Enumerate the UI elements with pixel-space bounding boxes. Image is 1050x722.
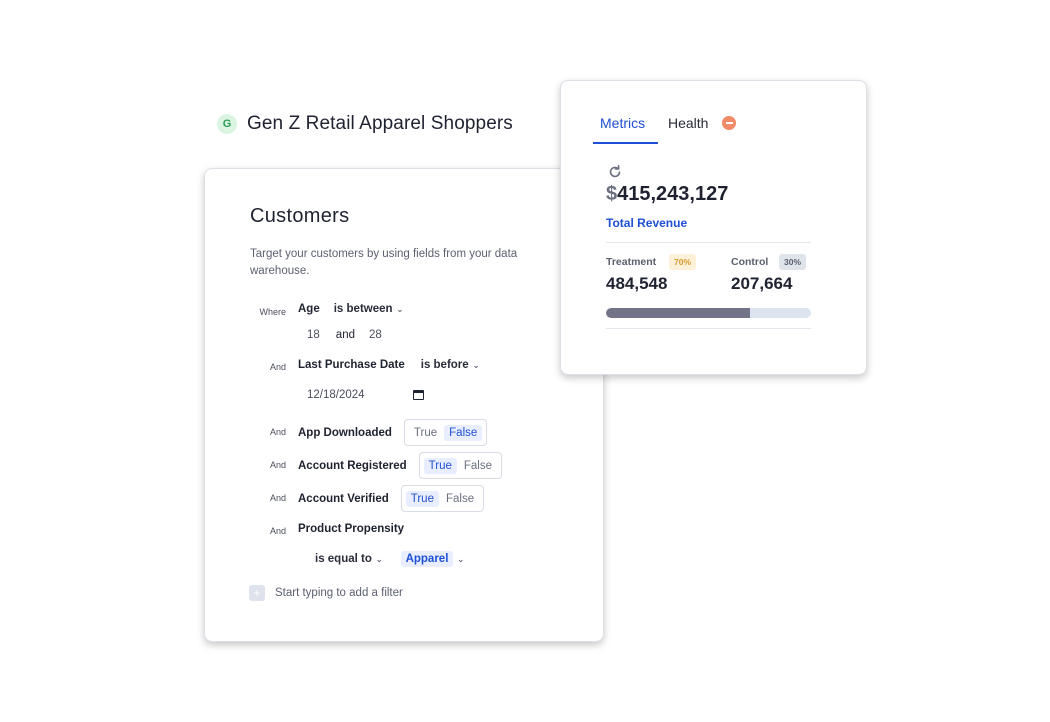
boolean-toggle: True False <box>418 452 502 479</box>
audience-avatar: G <box>217 114 237 134</box>
date-field[interactable]: 12/18/2024 <box>307 389 424 401</box>
age-range: 18 and 28 <box>307 329 382 341</box>
propensity-condition: is equal to ⌄ Apparel ⌄ <box>315 551 464 567</box>
chevron-down-icon: ⌄ <box>457 554 465 564</box>
split-progress-bar <box>606 308 811 318</box>
value-pill: Apparel <box>400 551 454 567</box>
filter-conjunction: And <box>269 427 286 437</box>
tab-metrics[interactable]: Metrics <box>600 115 645 131</box>
currency-symbol: $ <box>606 183 618 205</box>
filter-field-app-downloaded[interactable]: App Downloaded <box>298 427 392 439</box>
control-badge: 30% <box>779 254 807 270</box>
toggle-true[interactable]: True <box>409 425 442 441</box>
filter-row-product-propensity: Product Propensity <box>298 523 404 535</box>
filter-conjunction: And <box>269 526 286 536</box>
treatment-label: Treatment <box>606 256 657 268</box>
filter-conjunction: Where <box>259 307 286 317</box>
filter-field-account-verified[interactable]: Account Verified <box>298 493 389 505</box>
operator-dropdown[interactable]: is before ⌄ <box>421 359 480 371</box>
toggle-false-selected[interactable]: False <box>444 424 483 441</box>
tab-health[interactable]: Health <box>668 115 708 131</box>
split-progress-fill <box>606 308 750 318</box>
add-filter-row[interactable]: + Start typing to add a filter <box>249 585 403 601</box>
treatment-badge: 70% <box>669 254 697 270</box>
operator-dropdown[interactable]: is equal to ⌄ <box>315 553 383 565</box>
filter-conjunction: And <box>269 493 286 503</box>
operator-dropdown[interactable]: is between ⌄ <box>334 303 404 315</box>
filter-row-account-registered: Account Registered True False <box>298 452 502 479</box>
filter-row-account-verified: Account Verified True False <box>298 485 485 512</box>
boolean-toggle: True False <box>403 419 488 446</box>
total-revenue-label: Total Revenue <box>606 216 688 230</box>
and-label: and <box>335 329 355 341</box>
control-label: Control <box>731 256 769 268</box>
toggle-false[interactable]: False <box>441 491 479 507</box>
value-dropdown[interactable]: Apparel ⌄ <box>400 551 465 567</box>
total-revenue-value: $415,243,127 <box>606 183 728 206</box>
audience-title: Gen Z Retail Apparel Shoppers <box>247 113 513 134</box>
divider <box>606 242 811 243</box>
boolean-toggle: True False <box>400 485 485 512</box>
customers-card: Customers Target your customers by using… <box>204 168 604 642</box>
customers-title: Customers <box>250 205 350 227</box>
metrics-card: Metrics Health $415,243,127 Total Revenu… <box>560 80 867 375</box>
customers-description: Target your customers by using fields fr… <box>250 248 518 277</box>
refresh-icon[interactable] <box>607 164 623 180</box>
active-tab-indicator <box>593 142 658 144</box>
add-filter-input[interactable]: Start typing to add a filter <box>275 587 403 599</box>
divider <box>606 328 811 329</box>
health-status-icon <box>722 116 736 130</box>
toggle-true-selected[interactable]: True <box>405 490 439 507</box>
audience-header: G Gen Z Retail Apparel Shoppers <box>217 113 513 135</box>
filter-row-last-purchase: Last Purchase Date is before ⌄ <box>298 359 479 371</box>
filter-conjunction: And <box>269 460 286 470</box>
plus-icon[interactable]: + <box>249 585 265 601</box>
chevron-down-icon: ⌄ <box>472 360 480 370</box>
age-min-input[interactable]: 18 <box>307 329 320 341</box>
chevron-down-icon: ⌄ <box>396 304 404 314</box>
control-value: 207,664 <box>731 274 793 293</box>
treatment-value: 484,548 <box>606 274 668 293</box>
calendar-icon[interactable] <box>412 390 424 400</box>
revenue-amount: 415,243,127 <box>617 183 729 205</box>
filter-conjunction: And <box>269 362 286 372</box>
filter-row-app-downloaded: App Downloaded True False <box>298 419 488 446</box>
toggle-false[interactable]: False <box>459 458 497 474</box>
toggle-true-selected[interactable]: True <box>423 457 457 474</box>
filter-field-last-purchase[interactable]: Last Purchase Date <box>298 359 405 371</box>
chevron-down-icon: ⌄ <box>375 554 383 564</box>
filter-field-age[interactable]: Age <box>298 303 320 315</box>
filter-row-age: Age is between ⌄ <box>298 303 403 315</box>
filter-field-product-propensity[interactable]: Product Propensity <box>298 523 404 535</box>
age-max-input[interactable]: 28 <box>369 329 382 341</box>
date-value: 12/18/2024 <box>307 389 365 401</box>
filter-field-account-registered[interactable]: Account Registered <box>298 460 407 472</box>
